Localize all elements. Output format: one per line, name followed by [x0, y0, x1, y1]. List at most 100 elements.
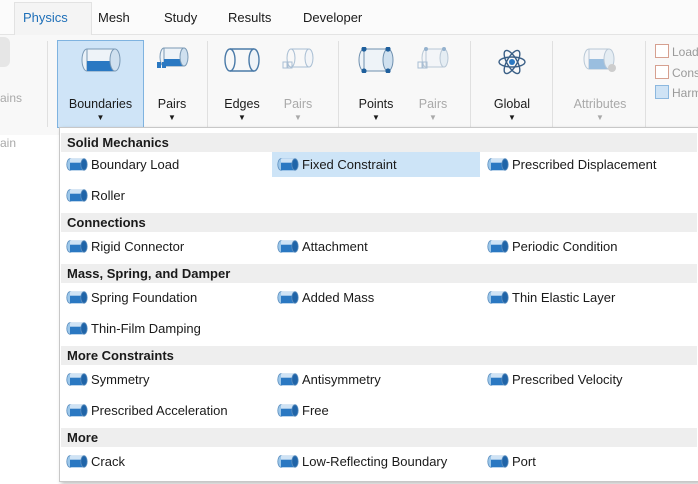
boundaries-button[interactable]: Boundaries ▼ [57, 40, 144, 128]
point-pairs-label: Pairs [418, 97, 448, 111]
points-button[interactable]: Points ▼ [350, 41, 402, 122]
point-cylinder-icon [357, 46, 395, 76]
boundary-condition-icon [277, 240, 299, 253]
menu-item-thin-film-damping[interactable]: Thin-Film Damping [61, 316, 266, 341]
boundary-condition-icon [277, 291, 299, 304]
harmonic-icon [655, 85, 669, 99]
menu-item-prescribed-displacement[interactable]: Prescribed Displacement [482, 152, 694, 177]
edge-pairs-button[interactable]: Pairs ▼ [273, 41, 323, 122]
load-small-button[interactable]: Load [655, 44, 698, 59]
menu-item-spring-foundation[interactable]: Spring Foundation [61, 285, 266, 310]
menu-item-symmetry[interactable]: Symmetry [61, 367, 266, 392]
menu-item-label: Fixed Constraint [302, 157, 397, 172]
boundary-condition-icon [66, 322, 88, 335]
boundary-condition-icon [277, 373, 299, 386]
boundary-condition-icon [277, 404, 299, 417]
menu-item-low-reflecting-boundary[interactable]: Low-Reflecting Boundary [272, 449, 480, 474]
chevron-down-icon: ▼ [294, 113, 302, 122]
menu-item-label: Attachment [302, 239, 368, 254]
chevron-down-icon: ▼ [429, 113, 437, 122]
boundary-condition-icon [487, 455, 509, 468]
tab-developer[interactable]: Developer [303, 10, 362, 25]
edge-cylinder-icon [224, 47, 260, 76]
menu-item-thin-elastic-layer[interactable]: Thin Elastic Layer [482, 285, 694, 310]
menu-item-label: Added Mass [302, 290, 375, 305]
ribbon-divider [338, 41, 339, 127]
point-pair-icon [416, 47, 450, 76]
menu-item-crack[interactable]: Crack [61, 449, 266, 474]
menu-item-added-mass[interactable]: Added Mass [272, 285, 480, 310]
ribbon-tab-strip: Physics Mesh Study Results Developer [0, 0, 698, 36]
tab-physics[interactable]: Physics [23, 10, 68, 25]
section-header-solid-mechanics: Solid Mechanics [61, 133, 697, 152]
chevron-down-icon: ▼ [96, 113, 105, 122]
section-header-mass-spring-damper: Mass, Spring, and Damper [61, 264, 697, 283]
boundary-condition-icon [487, 373, 509, 386]
chevron-down-icon: ▼ [508, 113, 516, 122]
boundary-condition-icon [66, 189, 88, 202]
section-title: More [67, 430, 99, 445]
menu-item-label: Spring Foundation [91, 290, 198, 305]
ribbon-divider [207, 41, 208, 127]
edges-button[interactable]: Edges ▼ [217, 41, 267, 122]
cut-icon [0, 37, 10, 67]
partial-ribbon-label: ains [0, 91, 23, 105]
menu-item-label: Antisymmetry [302, 372, 381, 387]
attributes-button[interactable]: Attributes ▼ [563, 41, 637, 122]
boundary-condition-icon [66, 291, 88, 304]
harmonic-small-button[interactable]: Harm [655, 85, 698, 100]
menu-item-rigid-connector[interactable]: Rigid Connector [61, 234, 266, 259]
menu-item-periodic-condition[interactable]: Periodic Condition [482, 234, 694, 259]
section-header-more: More [61, 428, 697, 447]
menu-item-roller[interactable]: Roller [61, 183, 266, 208]
constraint-small-button[interactable]: Cons [655, 65, 698, 80]
points-label: Points [358, 97, 394, 111]
chevron-down-icon: ▼ [238, 113, 246, 122]
menu-item-label: Periodic Condition [512, 239, 618, 254]
tab-results[interactable]: Results [228, 10, 271, 25]
boundary-condition-icon [277, 158, 299, 171]
chevron-down-icon: ▼ [596, 113, 604, 122]
tab-mesh[interactable]: Mesh [98, 10, 130, 25]
menu-item-label: Symmetry [91, 372, 150, 387]
boundary-condition-icon [66, 404, 88, 417]
menu-item-label: Free [302, 403, 329, 418]
menu-item-label: Roller [91, 188, 125, 203]
section-title: More Constraints [67, 348, 174, 363]
menu-item-label: Crack [91, 454, 125, 469]
boundary-condition-icon [66, 240, 88, 253]
boundary-condition-icon [487, 240, 509, 253]
edge-pair-icon [281, 47, 315, 76]
harmonic-label: Harm [672, 86, 698, 100]
boundary-pairs-button[interactable]: Pairs ▼ [147, 41, 197, 122]
load-icon [655, 44, 669, 58]
edge-pairs-label: Pairs [283, 97, 313, 111]
partial-ribbon-label-2: ain [0, 136, 17, 150]
ribbon-divider [47, 41, 48, 127]
menu-item-label: Thin Elastic Layer [512, 290, 616, 305]
menu-item-free[interactable]: Free [272, 398, 480, 423]
boundaries-dropdown-menu: Solid Mechanics Boundary Load Fixed Cons… [59, 127, 698, 482]
global-button[interactable]: Global ▼ [483, 41, 541, 122]
menu-item-boundary-load[interactable]: Boundary Load [61, 152, 266, 177]
tab-study[interactable]: Study [164, 10, 197, 25]
ribbon-toolbar: ains ain Boundaries ▼ Pairs ▼ Edges ▼ Pa… [0, 35, 698, 135]
boundary-pair-icon [155, 47, 189, 76]
boundary-condition-icon [66, 158, 88, 171]
menu-item-prescribed-acceleration[interactable]: Prescribed Acceleration [61, 398, 266, 423]
section-title: Solid Mechanics [67, 135, 169, 150]
boundary-cylinder-icon [81, 47, 121, 76]
attributes-icon [583, 47, 617, 76]
point-pairs-button[interactable]: Pairs ▼ [408, 41, 458, 122]
menu-item-label: Rigid Connector [91, 239, 185, 254]
menu-item-fixed-constraint[interactable]: Fixed Constraint [272, 152, 480, 177]
constraint-label: Cons [672, 66, 698, 80]
menu-item-port[interactable]: Port [482, 449, 694, 474]
section-header-connections: Connections [61, 213, 697, 232]
atom-icon [497, 47, 527, 80]
boundary-condition-icon [66, 373, 88, 386]
menu-item-antisymmetry[interactable]: Antisymmetry [272, 367, 480, 392]
menu-item-prescribed-velocity[interactable]: Prescribed Velocity [482, 367, 694, 392]
menu-item-attachment[interactable]: Attachment [272, 234, 480, 259]
menu-item-label: Thin-Film Damping [91, 321, 201, 336]
